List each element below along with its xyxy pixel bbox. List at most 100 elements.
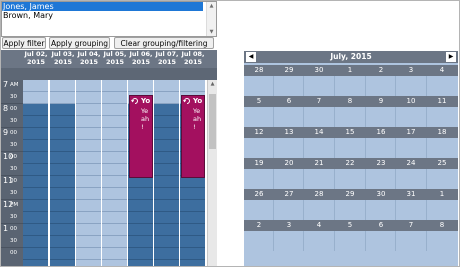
time-slot[interactable] — [76, 92, 101, 104]
day-number[interactable]: 8 — [335, 96, 365, 107]
day-number[interactable]: 28 — [304, 189, 334, 200]
time-slot[interactable] — [102, 200, 127, 212]
listbox-scrollbar[interactable]: ▲ ▼ — [206, 2, 216, 36]
all-day-strip[interactable] — [1, 68, 217, 80]
time-slot[interactable] — [180, 80, 205, 92]
day-column[interactable] — [50, 80, 76, 266]
day-number[interactable]: 12 — [244, 127, 274, 138]
time-slot[interactable] — [128, 236, 153, 248]
time-slot[interactable] — [102, 164, 127, 176]
time-slot[interactable] — [76, 248, 101, 260]
day-number[interactable]: 30 — [304, 65, 334, 76]
time-slot[interactable] — [102, 224, 127, 236]
day-number[interactable]: 28 — [244, 65, 274, 76]
time-slot[interactable] — [154, 200, 179, 212]
time-slot[interactable] — [23, 236, 48, 248]
chevron-right-icon[interactable]: ▶ — [446, 52, 456, 62]
time-slot[interactable] — [180, 236, 205, 248]
scroll-up-icon[interactable]: ▲ — [208, 80, 217, 89]
scroll-down-icon[interactable]: ▼ — [208, 29, 215, 35]
time-slot[interactable] — [154, 116, 179, 128]
week-cells[interactable] — [244, 200, 458, 220]
day-number[interactable]: 5 — [335, 220, 365, 231]
day-number[interactable]: 1 — [335, 65, 365, 76]
time-slot[interactable] — [154, 128, 179, 140]
week-cells[interactable] — [244, 169, 458, 189]
week-cells[interactable] — [244, 107, 458, 127]
apply-grouping-button[interactable]: Apply grouping — [49, 37, 110, 49]
time-slot[interactable] — [154, 80, 179, 92]
time-slot[interactable] — [102, 260, 127, 266]
time-slot[interactable] — [102, 212, 127, 224]
time-slot[interactable] — [23, 200, 48, 212]
day-number[interactable]: 31 — [396, 189, 426, 200]
day-number[interactable]: 4 — [427, 65, 457, 76]
day-number[interactable]: 18 — [427, 127, 457, 138]
time-slot[interactable] — [50, 188, 75, 200]
scroll-up-icon[interactable]: ▲ — [208, 3, 215, 9]
time-slot[interactable] — [128, 188, 153, 200]
scroll-thumb[interactable] — [209, 94, 216, 149]
day-number[interactable]: 4 — [304, 220, 334, 231]
time-slot[interactable] — [76, 128, 101, 140]
time-slot[interactable] — [76, 236, 101, 248]
time-slot[interactable] — [76, 140, 101, 152]
time-slot[interactable] — [23, 260, 48, 266]
time-slot[interactable] — [128, 80, 153, 92]
week-cells[interactable] — [244, 231, 458, 251]
time-slot[interactable] — [180, 248, 205, 260]
day-number[interactable]: 6 — [366, 220, 396, 231]
time-slot[interactable] — [76, 176, 101, 188]
time-slot[interactable] — [180, 212, 205, 224]
time-slot[interactable] — [23, 248, 48, 260]
time-slot[interactable] — [50, 116, 75, 128]
time-slot[interactable] — [154, 212, 179, 224]
time-slot[interactable] — [23, 128, 48, 140]
day-number[interactable]: 23 — [366, 158, 396, 169]
day-number[interactable]: 14 — [304, 127, 334, 138]
time-slot[interactable] — [76, 116, 101, 128]
time-slot[interactable] — [23, 176, 48, 188]
time-slot[interactable] — [154, 260, 179, 266]
clear-grouping-button[interactable]: Clear grouping/filtering — [114, 37, 214, 49]
chevron-left-icon[interactable]: ◀ — [246, 52, 256, 62]
day-column[interactable] — [76, 80, 102, 266]
apply-filter-button[interactable]: Apply filter — [2, 37, 46, 49]
time-slot[interactable] — [76, 188, 101, 200]
day-number[interactable]: 26 — [244, 189, 274, 200]
time-slot[interactable] — [50, 128, 75, 140]
day-header[interactable]: Jul 05, 2015 — [102, 50, 128, 67]
time-slot[interactable] — [180, 224, 205, 236]
time-slot[interactable] — [23, 164, 48, 176]
day-number[interactable]: 29 — [335, 189, 365, 200]
time-slot[interactable] — [76, 260, 101, 266]
time-slot[interactable] — [180, 200, 205, 212]
time-slot[interactable] — [154, 248, 179, 260]
day-number[interactable]: 3 — [396, 65, 426, 76]
day-number[interactable]: 25 — [427, 158, 457, 169]
day-number[interactable]: 8 — [427, 220, 457, 231]
time-slot[interactable] — [180, 188, 205, 200]
day-header[interactable]: Jul 07, 2015 — [154, 50, 180, 67]
day-header[interactable]: Jul 06, 2015 — [128, 50, 154, 67]
time-slot[interactable] — [154, 92, 179, 104]
day-number[interactable]: 19 — [244, 158, 274, 169]
day-header[interactable]: Jul 08, 2015 — [180, 50, 206, 67]
day-number[interactable]: 3 — [274, 220, 304, 231]
time-slot[interactable] — [154, 104, 179, 116]
time-slot[interactable] — [128, 260, 153, 266]
day-number[interactable]: 21 — [304, 158, 334, 169]
time-slot[interactable] — [102, 176, 127, 188]
time-slot[interactable] — [23, 104, 48, 116]
time-slot[interactable] — [180, 260, 205, 266]
week-cells[interactable] — [244, 76, 458, 96]
day-number[interactable]: 20 — [274, 158, 304, 169]
time-slot[interactable] — [50, 248, 75, 260]
time-slot[interactable] — [128, 248, 153, 260]
time-slot[interactable] — [102, 140, 127, 152]
day-number[interactable]: 16 — [366, 127, 396, 138]
time-slot[interactable] — [154, 188, 179, 200]
day-header[interactable]: Jul 04, 2015 — [76, 50, 102, 67]
time-slot[interactable] — [128, 212, 153, 224]
scheduler-view[interactable]: Jul 02, 2015 Jul 03, 2015 Jul 04, 2015 Jul 05,… — [1, 50, 217, 266]
